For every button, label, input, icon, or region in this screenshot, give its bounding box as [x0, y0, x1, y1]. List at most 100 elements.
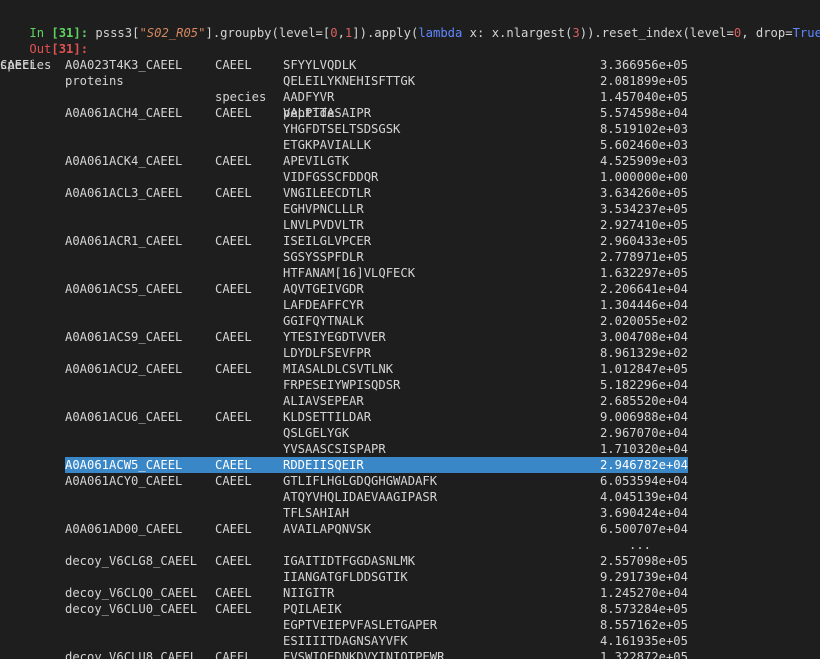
cell-peptide: VIDFGSSCFDDQR: [283, 170, 379, 184]
cell-value: 1.012847e+05: [599, 362, 688, 376]
cell-peptide: ISEILGLVPCER: [283, 234, 372, 248]
table-row[interactable]: QSLGELYGK 2.967070e+04: [0, 425, 820, 441]
cell-value: 2.778971e+05: [599, 250, 688, 264]
table-row[interactable]: A0A061ACK4_CAEEL CAEEL APEVILGTK 4.525909e+…: [0, 153, 820, 169]
table-row[interactable]: GGIFQYTNALK 2.020055e+02: [0, 313, 820, 329]
cell-value: 1.322872e+05: [599, 650, 688, 659]
cell-peptide: LAFDEAFFCYR: [283, 298, 364, 312]
table-row[interactable]: decoy_V6CLU0_CAEEL CAEEL PQILAEIK 8.573284e…: [0, 601, 820, 617]
cell-value: 4.161935e+05: [599, 634, 688, 648]
table-row[interactable]: LAFDEAFFCYR 1.304446e+04: [0, 297, 820, 313]
cell-species: CAEEL: [215, 458, 252, 472]
table-row[interactable]: ETGKPAVIALLK 5.602460e+03: [0, 137, 820, 153]
cell-peptide: LNVLPVDVLTR: [283, 218, 364, 232]
table-row[interactable]: ESIIIITDAGNSAYVFK 4.161935e+05: [0, 633, 820, 649]
cell-peptide: MIASALDLCSVTLNK: [283, 362, 394, 376]
table-row[interactable]: A0A061ACH4_CAEEL CAEEL VALPTTASAIPR 5.57459…: [0, 105, 820, 121]
table-row[interactable]: decoy_V6CLG8_CAEEL CAEEL IGAITIDTFGGDASNLM…: [0, 553, 820, 569]
cell-value: 4.045139e+04: [599, 490, 688, 504]
cell-value: 5.182296e+04: [599, 378, 688, 392]
cell-protein: decoy_V6CLQ0_CAEEL: [65, 586, 198, 600]
code-token: ]).apply(: [352, 26, 419, 40]
cell-species: CAEEL: [215, 586, 252, 600]
table-row[interactable]: LNVLPVDVLTR 2.927410e+05: [0, 217, 820, 233]
cell-peptide: GTLIFLHGLGDQGHGWADAFK: [283, 474, 438, 488]
cell-peptide: QELEILYKNEHISFTTGK: [283, 74, 416, 88]
cell-species: CAEEL: [215, 554, 252, 568]
table-row[interactable]: CAEEL A0A023T4K3_CAEEL CAEEL SFYYLVQDLK 3.36…: [0, 57, 820, 73]
cell-peptide: EGPTVEIEPVFASLETGAPER: [283, 618, 438, 632]
cell-peptide: RDDEIISQEIR: [283, 458, 364, 472]
code-token: ].groupby(level=[: [205, 26, 331, 40]
table-row[interactable]: SGSYSSPFDLR 2.778971e+05: [0, 249, 820, 265]
table-row[interactable]: AADFYVR 1.457040e+05: [0, 89, 820, 105]
cell-protein: A0A061AD00_CAEEL: [65, 522, 183, 536]
table-row[interactable]: ...: [0, 537, 820, 553]
cell-value: 2.927410e+05: [599, 218, 688, 232]
cell-peptide: ALIAVSEPEAR: [283, 394, 364, 408]
cell-value: 1.304446e+04: [599, 298, 688, 312]
cell-peptide: EGHVPNCLLLR: [283, 202, 364, 216]
table-row[interactable]: HTFANAM[16]VLQFECK 1.632297e+05: [0, 265, 820, 281]
table-row[interactable]: A0A061ACL3_CAEEL CAEEL VNGILEECDTLR 3.63426…: [0, 185, 820, 201]
table-row[interactable]: A0A061ACS9_CAEEL CAEEL YTESIYEGDTVVER 3.004…: [0, 329, 820, 345]
table-row[interactable]: ALIAVSEPEAR 2.685520e+04: [0, 393, 820, 409]
cell-peptide: YTESIYEGDTVVER: [283, 330, 386, 344]
code-token: )).reset_index(level=: [579, 26, 734, 40]
code-token: ,: [337, 26, 345, 40]
cell-peptide: SFYYLVQDLK: [283, 58, 357, 72]
table-row[interactable]: decoy_V6CLU8_CAEEL CAEEL EVSWIQEDNKDVYINIQ…: [0, 649, 820, 659]
table-row[interactable]: A0A061ACR1_CAEEL CAEEL ISEILGLVPCER 2.96043…: [0, 233, 820, 249]
cell-value: 8.557162e+05: [599, 618, 688, 632]
table-row[interactable]: VIDFGSSCFDDQR 1.000000e+00: [0, 169, 820, 185]
table-row[interactable]: FRPESEIYWPISQDSR 5.182296e+04: [0, 377, 820, 393]
cell-protein: decoy_V6CLU0_CAEEL: [65, 602, 198, 616]
cell-value: 1.710320e+04: [599, 442, 688, 456]
table-row[interactable]: EGPTVEIEPVFASLETGAPER 8.557162e+05: [0, 617, 820, 633]
cell-peptide: ESIIIITDAGNSAYVFK: [283, 634, 408, 648]
cell-protein: decoy_V6CLU8_CAEEL: [65, 650, 198, 659]
cell-peptide: PQILAEIK: [283, 602, 342, 616]
cell-species: CAEEL: [215, 474, 252, 488]
cell-peptide: LDYDLFSEVFPR: [283, 346, 372, 360]
code-token: lambda: [418, 26, 463, 40]
table-row[interactable]: A0A061AD00_CAEEL CAEEL AVAILAPQNVSK 6.50070…: [0, 521, 820, 537]
table-row[interactable]: A0A061ACU2_CAEEL CAEEL MIASALDLCSVTLNK 1.01…: [0, 361, 820, 377]
cell-peptide: YHGFDTSELTSDSGSK: [283, 122, 401, 136]
cell-value: 2.946782e+04: [599, 458, 688, 472]
cell-peptide: SGSYSSPFDLR: [283, 250, 364, 264]
cell-peptide: AADFYVR: [283, 90, 335, 104]
code-token: True: [792, 26, 820, 40]
table-row[interactable]: decoy_V6CLQ0_CAEEL CAEEL NIIGITR 1.245270e+…: [0, 585, 820, 601]
cell-peptide: AQVTGEIVGDR: [283, 282, 364, 296]
code-token: "S02_R05": [139, 26, 206, 40]
table-row[interactable]: A0A061ACS5_CAEEL CAEEL AQVTGEIVGDR 2.206641…: [0, 281, 820, 297]
cell-value: 1.632297e+05: [599, 266, 688, 280]
cell-species: CAEEL: [215, 650, 252, 659]
cell-peptide: APEVILGTK: [283, 154, 350, 168]
table-row[interactable]: TFLSAHIAH 3.690424e+04: [0, 505, 820, 521]
table-row[interactable]: A0A061ACU6_CAEEL CAEEL KLDSETTILDAR 9.00698…: [0, 409, 820, 425]
table-row[interactable]: A0A061ACY0_CAEEL CAEEL GTLIFLHGLGDQGHGWADA…: [0, 473, 820, 489]
table-row[interactable]: QELEILYKNEHISFTTGK 2.081899e+05: [0, 73, 820, 89]
cell-value: 2.557098e+05: [599, 554, 688, 568]
cell-species: CAEEL: [215, 106, 252, 120]
cell-peptide: ETGKPAVIALLK: [283, 138, 372, 152]
cell-species: CAEEL: [215, 154, 252, 168]
table-header-row: species proteins species peptide: [0, 41, 820, 120]
table-row[interactable]: IIANGATGFLDDSGTIK 9.291739e+04: [0, 569, 820, 585]
terminal-output[interactable]: In [31]: psss3["S02_R05"].groupby(level=…: [0, 0, 820, 659]
cell-value: 5.602460e+03: [599, 138, 688, 152]
table-row[interactable]: A0A061ACW5_CAEEL CAEEL RDDEIISQEIR 2.946782…: [0, 457, 820, 473]
cell-value: 1.457040e+05: [599, 90, 688, 104]
table-row[interactable]: YVSAASCSISPAPR 1.710320e+04: [0, 441, 820, 457]
cell-value: 2.206641e+04: [599, 282, 688, 296]
cell-peptide: VALPTTASAIPR: [283, 106, 372, 120]
cell-protein: A0A061ACU6_CAEEL: [65, 410, 183, 424]
cell-value: 2.685520e+04: [599, 394, 688, 408]
table-row[interactable]: ATQYVHQLIDAEVAAGIPASR 4.045139e+04: [0, 489, 820, 505]
table-row[interactable]: YHGFDTSELTSDSGSK 8.519102e+03: [0, 121, 820, 137]
table-row[interactable]: LDYDLFSEVFPR 8.961329e+02: [0, 345, 820, 361]
cell-peptide: GGIFQYTNALK: [283, 314, 364, 328]
table-row[interactable]: EGHVPNCLLLR 3.534237e+05: [0, 201, 820, 217]
